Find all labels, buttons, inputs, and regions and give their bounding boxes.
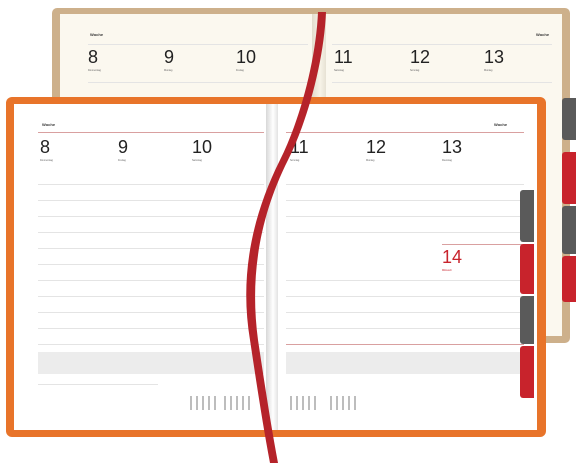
ribbon-bookmark-shape [246,12,326,463]
ribbon-bookmark [246,12,326,463]
